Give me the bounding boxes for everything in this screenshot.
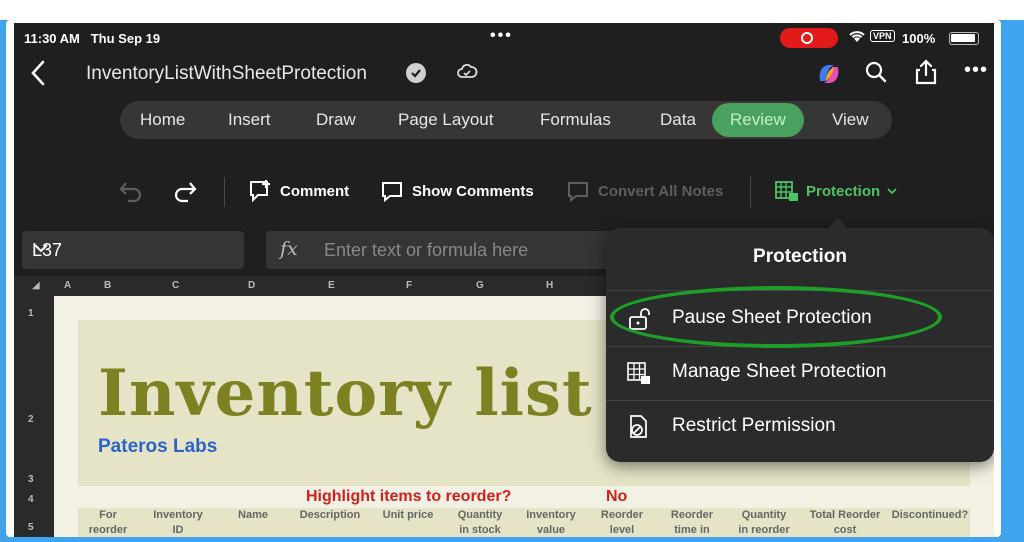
column-header[interactable]: D — [248, 280, 255, 291]
name-box[interactable]: L37 — [22, 231, 244, 269]
protection-grid-lock-icon — [775, 181, 798, 201]
table-header: Reorder level — [600, 509, 644, 536]
show-comments-button[interactable]: Show Comments — [380, 173, 534, 209]
row-header[interactable]: 1 — [28, 308, 34, 319]
table-header: Inventory ID — [153, 509, 203, 536]
row-header[interactable]: 5 — [28, 522, 34, 533]
tab-home[interactable]: Home — [140, 101, 185, 139]
comment-button[interactable]: Comment — [248, 173, 349, 209]
tab-insert[interactable]: Insert — [228, 101, 271, 139]
new-comment-icon — [250, 180, 270, 203]
saved-check-icon — [406, 63, 426, 83]
top-band — [0, 0, 1024, 20]
popover-arrow — [826, 218, 850, 230]
excel-screen: 11:30 AM Thu Sep 19 ••• VPN 100% Invento… — [14, 23, 994, 537]
tab-review[interactable]: Review — [712, 103, 804, 137]
screen-record-icon — [780, 28, 838, 48]
table-header: Discontinued? — [891, 509, 969, 521]
redo-button[interactable] — [172, 173, 198, 209]
share-icon[interactable] — [914, 59, 938, 90]
redo-icon — [174, 182, 197, 203]
table-header-row: For reorder Inventory ID Name Description … — [78, 508, 970, 537]
wifi-icon — [848, 29, 866, 46]
row-header[interactable]: 3 — [28, 474, 34, 485]
ribbon-tabs: Home Insert Draw Page Layout Formulas Da… — [120, 101, 892, 139]
table-header: Inventory value — [526, 509, 576, 536]
row-headers: 1 2 3 4 5 — [14, 296, 54, 537]
column-header[interactable]: F — [406, 280, 412, 291]
document-restrict-icon — [626, 414, 652, 445]
document-title[interactable]: InventoryListWithSheetProtection — [86, 63, 367, 85]
review-ribbon: Comment Show Comments Convert All Notes … — [14, 173, 994, 209]
convert-all-notes-button[interactable]: Convert All Notes — [566, 173, 723, 209]
column-header[interactable]: B — [104, 280, 111, 291]
screenshot-frame: 11:30 AM Thu Sep 19 ••• VPN 100% Invento… — [6, 20, 1001, 537]
protection-menu: Protection Pause Sheet Protection Manage… — [606, 218, 994, 462]
undo-icon — [119, 182, 142, 203]
highlight-label: Highlight items to reorder? — [306, 488, 512, 505]
autosave-cloud-icon[interactable] — [456, 61, 478, 88]
convert-notes-icon — [568, 182, 588, 203]
fx-icon: fx — [280, 238, 298, 260]
more-options-icon[interactable]: ••• — [964, 59, 988, 82]
select-all-corner-icon[interactable]: ◢ — [32, 280, 40, 291]
column-header[interactable]: A — [64, 280, 71, 291]
ribbon-separator — [750, 177, 751, 207]
table-header: Name — [238, 509, 268, 521]
tab-view[interactable]: View — [832, 101, 869, 139]
ribbon-separator — [224, 177, 225, 207]
vpn-badge: VPN — [870, 30, 895, 42]
chevron-down-icon — [887, 188, 897, 195]
protection-menu-title: Protection — [753, 246, 847, 267]
table-header: Total Reorder cost — [809, 509, 881, 536]
search-icon[interactable] — [864, 60, 888, 89]
table-header: Description — [299, 509, 361, 521]
table-header: For reorder — [88, 509, 128, 536]
copilot-icon[interactable] — [814, 59, 844, 94]
status-time: 11:30 AM Thu Sep 19 — [24, 31, 161, 46]
table-header: Quantity in stock — [457, 509, 503, 536]
tab-page-layout[interactable]: Page Layout — [398, 101, 493, 139]
highlight-oval — [610, 286, 942, 348]
row-header[interactable]: 2 — [28, 414, 34, 425]
protection-button[interactable]: Protection — [774, 173, 898, 209]
column-header[interactable]: E — [328, 280, 335, 291]
column-header[interactable]: G — [476, 280, 484, 291]
tab-formulas[interactable]: Formulas — [540, 101, 611, 139]
column-header[interactable]: H — [546, 280, 553, 291]
row-header[interactable]: 4 — [28, 494, 34, 505]
battery-percent: 100% — [902, 31, 936, 46]
status-bar: 11:30 AM Thu Sep 19 ••• VPN 100% — [14, 23, 994, 53]
table-header: Reordertime indays — [670, 509, 714, 536]
multitask-dots-icon[interactable]: ••• — [490, 27, 513, 45]
manage-sheet-protection-item[interactable]: Manage Sheet Protection — [606, 346, 994, 400]
sheet-title: Inventory list — [98, 356, 593, 431]
restrict-permission-item[interactable]: Restrict Permission — [606, 400, 994, 454]
column-header[interactable]: C — [172, 280, 179, 291]
chevron-down-icon — [32, 239, 234, 262]
comments-icon — [382, 182, 402, 203]
formula-placeholder: Enter text or formula here — [324, 240, 529, 260]
tab-draw[interactable]: Draw — [316, 101, 356, 139]
grid-lock-icon — [626, 360, 652, 391]
battery-icon — [949, 32, 979, 45]
title-bar: InventoryListWithSheetProtection ••• — [14, 57, 994, 93]
tab-data[interactable]: Data — [660, 101, 696, 139]
table-header: Unit price — [382, 509, 434, 521]
company-name: Pateros Labs — [98, 436, 218, 457]
table-header: Quantity in reorder — [738, 509, 790, 536]
highlight-value[interactable]: No — [606, 488, 627, 506]
undo-button[interactable] — [118, 173, 144, 209]
back-chevron-icon[interactable] — [28, 59, 48, 92]
